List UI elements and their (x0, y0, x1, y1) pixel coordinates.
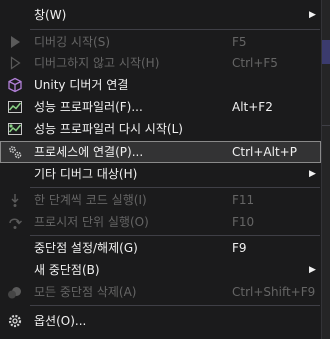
menu-item-delete-all-breakpoints[interactable]: 모든 중단점 삭제(A) Ctrl+Shift+F9 (0, 281, 321, 303)
menu-item-label: 디버깅 시작(S) (34, 35, 110, 49)
menu-item-shortcut: F11 (232, 193, 255, 207)
background-editor-line (322, 125, 330, 126)
menu-item-shortcut: Alt+F2 (232, 100, 273, 114)
menu-item-shortcut: F5 (232, 35, 247, 49)
gears-icon (7, 144, 23, 160)
menu-item-toggle-breakpoint[interactable]: 중단점 설정/해제(G) F9 (0, 237, 321, 259)
menu-item-label: 모든 중단점 삭제(A) (34, 285, 137, 299)
menu-item-label: 성능 프로파일러(F)... (34, 100, 143, 114)
menu-item-shortcut: Ctrl+Alt+P (232, 145, 297, 159)
menu-item-attach-unity-debugger[interactable]: Unity 디버거 연결 (0, 74, 321, 96)
menu-item-start-without-debugging[interactable]: 디버그하지 않고 시작(H) Ctrl+F5 (0, 52, 321, 74)
menu-separator (30, 29, 320, 30)
menu-item-step-over[interactable]: 프로시저 단위 실행(O) F10 (0, 211, 321, 233)
menu-item-label: 창(W) (34, 8, 67, 22)
step-into-icon (7, 192, 23, 208)
menu-item-attach-to-process[interactable]: 프로세스에 연결(P)... Ctrl+Alt+P (0, 141, 321, 163)
gear-icon (7, 313, 23, 329)
menu-item-label: 디버그하지 않고 시작(H) (34, 56, 160, 70)
profiler-icon (7, 99, 23, 115)
submenu-arrow-icon: ▶ (309, 10, 316, 20)
step-over-icon (7, 214, 23, 230)
play-icon (7, 34, 23, 50)
menu-item-label: 중단점 설정/해제(G) (34, 241, 138, 255)
menu-item-step-into[interactable]: 한 단계씩 코드 실행(I) F11 (0, 189, 321, 211)
play-outline-icon (7, 55, 23, 71)
menu-item-label: 새 중단점(B) (34, 263, 100, 277)
menu-item-shortcut: F10 (232, 215, 255, 229)
menu-item-label: 옵션(O)... (34, 314, 87, 328)
unity-cube-icon (7, 77, 23, 93)
menu-item-label: 기타 디버그 대상(H) (34, 167, 138, 181)
menu-item-relaunch-performance-profiler[interactable]: 성능 프로파일러 다시 시작(L) (0, 118, 321, 140)
submenu-arrow-icon: ▶ (309, 169, 316, 179)
background-editor-accent (322, 40, 330, 64)
menu-item-label: Unity 디버거 연결 (34, 78, 129, 92)
menu-separator (30, 235, 320, 236)
menu-item-shortcut: Ctrl+Shift+F9 (232, 285, 316, 299)
menu-item-options[interactable]: 옵션(O)... (0, 310, 321, 332)
menu-item-window[interactable]: 창(W) ▶ (0, 4, 321, 26)
menu-item-performance-profiler[interactable]: 성능 프로파일러(F)... Alt+F2 (0, 96, 321, 118)
menu-item-label: 프로세스에 연결(P)... (34, 145, 144, 159)
menu-item-shortcut: F9 (232, 241, 247, 255)
menu-item-label: 성능 프로파일러 다시 시작(L) (34, 122, 183, 136)
menu-item-new-breakpoint[interactable]: 새 중단점(B) ▶ (0, 259, 321, 281)
submenu-arrow-icon: ▶ (309, 265, 316, 275)
menu-item-start-debugging[interactable]: 디버깅 시작(S) F5 (0, 31, 321, 53)
menu-separator (30, 187, 320, 188)
menu-item-other-debug-targets[interactable]: 기타 디버그 대상(H) ▶ (0, 163, 321, 185)
debug-menu: 창(W) ▶ 디버깅 시작(S) F5 디버그하지 않고 시작(H) Ctrl+… (0, 0, 322, 339)
menu-item-label: 프로시저 단위 실행(O) (34, 215, 149, 229)
profiler-relaunch-icon (7, 121, 23, 137)
menu-item-shortcut: Ctrl+F5 (232, 56, 278, 70)
delete-breakpoints-icon (7, 284, 23, 300)
menu-separator (30, 305, 320, 306)
menu-item-label: 한 단계씩 코드 실행(I) (34, 193, 147, 207)
